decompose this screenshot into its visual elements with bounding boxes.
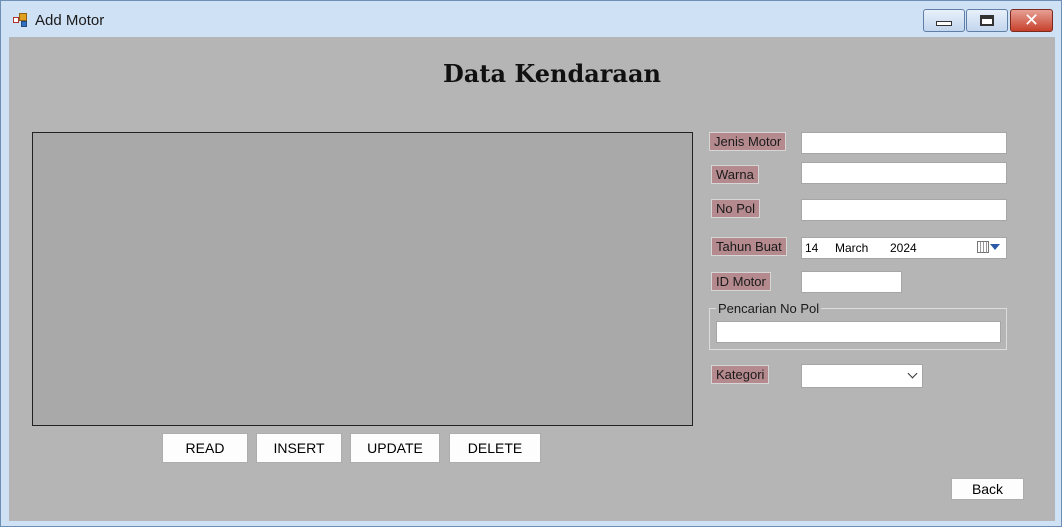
window-title: Add Motor xyxy=(35,12,105,29)
tahun-buat-datepicker[interactable]: 14 March 2024 xyxy=(801,237,1007,259)
chevron-down-icon[interactable] xyxy=(907,368,918,379)
warna-label: Warna xyxy=(711,165,759,184)
update-button[interactable]: UPDATE xyxy=(350,433,440,463)
app-icon xyxy=(13,13,29,27)
form-client-area: Data Kendaraan READ INSERT UPDATE DELETE… xyxy=(9,37,1055,521)
date-day[interactable]: 14 xyxy=(805,241,835,255)
no-pol-input[interactable] xyxy=(801,199,1007,221)
warna-input[interactable] xyxy=(801,162,1007,184)
search-no-pol-input[interactable] xyxy=(716,321,1001,343)
jenis-motor-label: Jenis Motor xyxy=(709,132,787,151)
maximize-icon xyxy=(980,15,994,26)
jenis-motor-input[interactable] xyxy=(801,132,1007,154)
title-bar[interactable]: Add Motor ✕ xyxy=(1,1,1061,36)
minimize-icon xyxy=(936,21,952,26)
no-pol-label: No Pol xyxy=(711,199,761,218)
id-motor-input[interactable] xyxy=(801,271,902,293)
data-grid-view[interactable] xyxy=(32,132,693,426)
main-window: Add Motor ✕ Data Kendaraan READ INSERT U… xyxy=(0,0,1062,527)
delete-button[interactable]: DELETE xyxy=(449,433,541,463)
kategori-label: Kategori xyxy=(711,365,770,384)
search-group-title: Pencarian No Pol xyxy=(716,301,822,316)
tahun-buat-label: Tahun Buat xyxy=(711,237,787,256)
chevron-down-icon xyxy=(990,244,1000,250)
close-icon: ✕ xyxy=(1023,9,1040,31)
maximize-button[interactable] xyxy=(966,9,1008,32)
date-year[interactable]: 2024 xyxy=(890,241,950,255)
page-title: Data Kendaraan xyxy=(443,59,661,88)
search-groupbox: Pencarian No Pol xyxy=(709,301,1007,350)
back-button[interactable]: Back xyxy=(951,478,1024,500)
minimize-button[interactable] xyxy=(923,9,965,32)
date-month[interactable]: March xyxy=(835,241,890,255)
kategori-combobox[interactable] xyxy=(801,364,923,388)
read-button[interactable]: READ xyxy=(162,433,248,463)
calendar-dropdown-button[interactable] xyxy=(977,241,1000,253)
close-button[interactable]: ✕ xyxy=(1010,9,1053,32)
insert-button[interactable]: INSERT xyxy=(256,433,342,463)
calendar-icon xyxy=(977,241,989,253)
id-motor-label: ID Motor xyxy=(711,272,771,291)
